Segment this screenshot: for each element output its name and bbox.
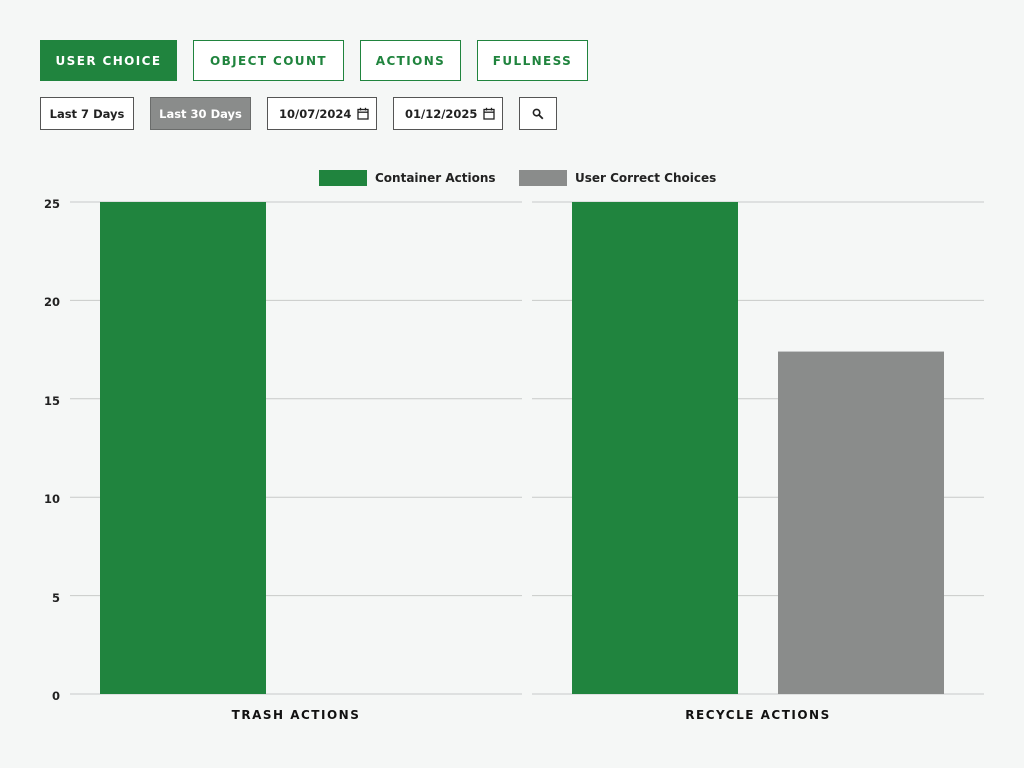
x-label-trash-actions: TRASH ACTIONS xyxy=(231,708,361,722)
x-label-recycle-actions: RECYCLE ACTIONS xyxy=(685,708,831,722)
bar-container-actions-recycle-actions[interactable] xyxy=(572,202,738,694)
dashboard: USER CHOICE OBJECT COUNT ACTIONS FULLNES… xyxy=(0,0,1024,768)
bar-user-correct-choices-recycle-actions[interactable] xyxy=(778,351,944,694)
bar-container-actions-trash-actions[interactable] xyxy=(100,202,266,694)
bar-chart xyxy=(70,201,984,695)
